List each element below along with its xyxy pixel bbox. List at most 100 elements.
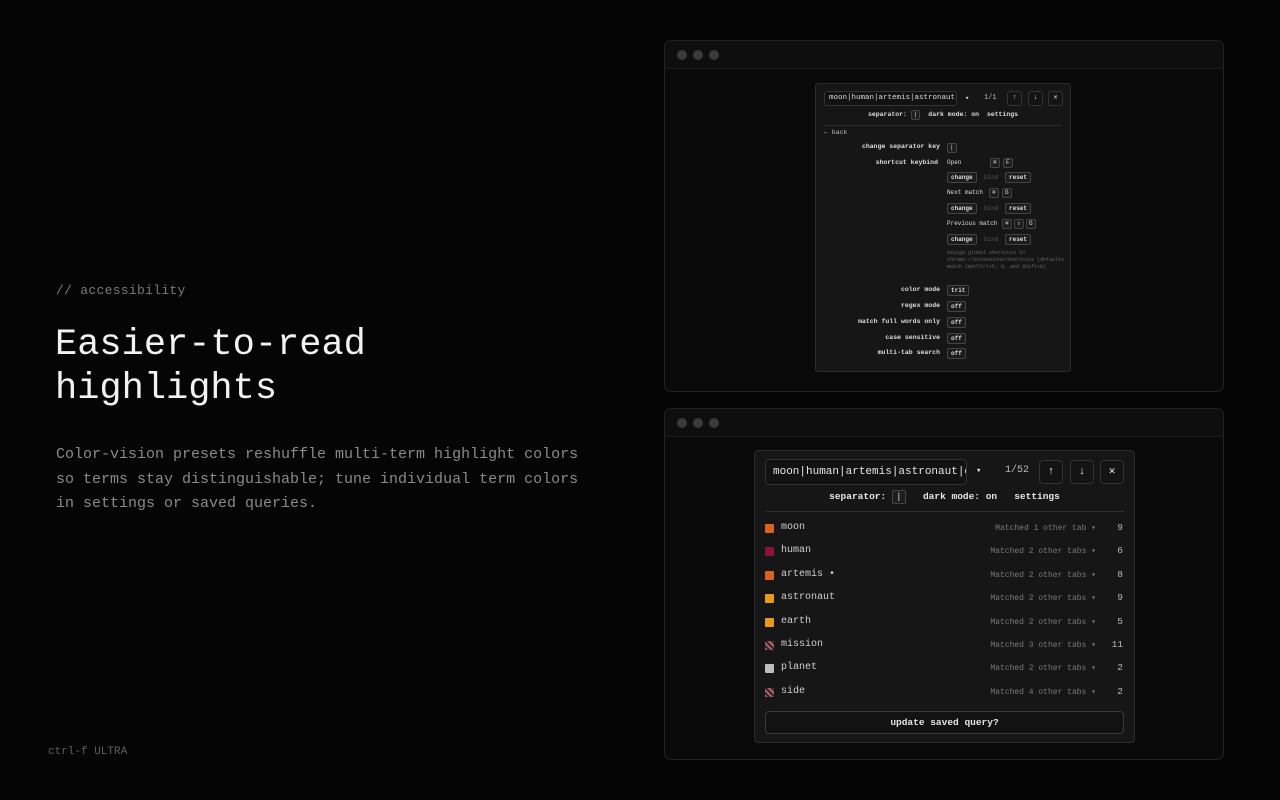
- term-row[interactable]: planet Matched 2 other tabs ▾ 2: [765, 660, 1124, 676]
- term-match-count: 9: [1117, 522, 1123, 533]
- term-tab-matches-dropdown[interactable]: Matched 1 other tab ▾: [995, 523, 1096, 533]
- search-window: moon|human|artemis|astronaut|earth|missi…: [664, 408, 1224, 760]
- term-match-count: 8: [1117, 568, 1123, 580]
- brand-label: ctrl-f ULTRA: [48, 746, 128, 758]
- term-color-swatch[interactable]: [765, 664, 774, 674]
- term-match-count: 6: [1117, 545, 1123, 557]
- term-color-swatch[interactable]: [765, 524, 774, 533]
- prev-key-shift: ⇧: [1014, 219, 1024, 229]
- term-name: astronaut: [781, 592, 836, 604]
- dark-mode-toggle[interactable]: dark mode: on: [923, 491, 997, 502]
- term-tab-matches-dropdown[interactable]: Matched 3 other tabs ▾: [990, 640, 1096, 650]
- color-mode-toggle[interactable]: trit: [947, 285, 970, 296]
- open-change-button[interactable]: change: [947, 172, 977, 183]
- term-match-count: 9: [1117, 592, 1123, 604]
- term-match-count: 2: [1117, 662, 1123, 674]
- prev-bind-button[interactable]: bind: [980, 234, 1002, 245]
- close-button[interactable]: ✕: [1048, 91, 1063, 106]
- term-tab-matches-dropdown[interactable]: Matched 2 other tabs ▾: [990, 546, 1096, 556]
- term-row[interactable]: human Matched 2 other tabs ▾ 6: [765, 543, 1124, 559]
- regex-mode-label: regex mode: [900, 302, 940, 309]
- color-mode-label: color mode: [900, 286, 940, 293]
- term-name: planet: [781, 662, 818, 674]
- next-match-shortcut-label: Next match: [947, 189, 984, 196]
- term-tab-matches-dropdown[interactable]: Matched 2 other tabs ▾: [990, 663, 1096, 673]
- open-shortcut-label: Open: [947, 159, 962, 166]
- next-reset-button[interactable]: reset: [1005, 203, 1032, 214]
- term-name: mission: [781, 639, 824, 650]
- window-minimize-dot[interactable]: [693, 418, 703, 428]
- term-tab-matches-dropdown[interactable]: Matched 2 other tabs ▾: [990, 617, 1096, 627]
- term-name: side: [781, 685, 806, 697]
- next-match-button[interactable]: ↓: [1028, 91, 1043, 106]
- open-bind-button[interactable]: bind: [980, 172, 1002, 183]
- settings-link[interactable]: settings: [1014, 491, 1060, 502]
- dark-mode-toggle[interactable]: dark mode: on: [928, 111, 979, 118]
- next-key-cmd: ⌘: [989, 188, 999, 198]
- term-row[interactable]: artemis • Matched 2 other tabs ▾ 8: [765, 567, 1124, 583]
- multi-tab-label: multi-tab search: [877, 349, 940, 356]
- prev-key-cmd: ⌘: [1002, 219, 1012, 229]
- regex-mode-toggle[interactable]: off: [947, 301, 966, 312]
- window-close-dot[interactable]: [677, 418, 687, 428]
- term-match-count: 2: [1117, 685, 1123, 697]
- term-row[interactable]: earth Matched 2 other tabs ▾ 5: [765, 614, 1124, 630]
- term-row[interactable]: moon Matched 1 other tab ▾ 9: [765, 520, 1124, 536]
- separator-key[interactable]: |: [910, 110, 921, 120]
- next-change-button[interactable]: change: [947, 203, 977, 214]
- term-tab-matches-dropdown[interactable]: Matched 2 other tabs ▾: [990, 593, 1096, 603]
- feature-description: Color-vision presets reshuffle multi-ter…: [56, 446, 579, 512]
- query-input[interactable]: moon|human|artemis|astronaut|earth|missi…: [824, 91, 957, 106]
- query-input[interactable]: moon|human|artemis|astronaut|earth|missi…: [765, 459, 967, 485]
- page-title: Easier-to-read highlights: [55, 324, 366, 410]
- window-maximize-dot[interactable]: [709, 418, 719, 428]
- multi-tab-toggle[interactable]: off: [947, 348, 966, 359]
- term-tab-matches-dropdown[interactable]: Matched 4 other tabs ▾: [990, 687, 1096, 697]
- term-color-swatch[interactable]: [765, 687, 774, 697]
- term-color-swatch[interactable]: [765, 617, 774, 627]
- term-name: earth: [781, 615, 812, 627]
- term-color-swatch[interactable]: [765, 547, 774, 557]
- close-button[interactable]: ✕: [1100, 460, 1124, 484]
- prev-reset-button[interactable]: reset: [1005, 234, 1032, 245]
- separator-label: separator:: [829, 491, 887, 502]
- prev-match-button[interactable]: ↑: [1007, 91, 1022, 106]
- open-reset-button[interactable]: reset: [1005, 172, 1032, 183]
- term-color-swatch[interactable]: [765, 570, 774, 580]
- divider: [765, 511, 1124, 512]
- term-color-swatch[interactable]: [765, 641, 774, 650]
- term-row[interactable]: mission Matched 3 other tabs ▾ 11: [765, 637, 1124, 653]
- term-row[interactable]: side Matched 4 other tabs ▾ 2: [765, 684, 1124, 700]
- term-tab-matches-dropdown[interactable]: Matched 2 other tabs ▾: [990, 570, 1096, 580]
- window-titlebar: [665, 409, 1223, 437]
- settings-window: moon|human|artemis|astronaut|earth|missi…: [664, 40, 1224, 392]
- prev-match-button[interactable]: ↑: [1039, 460, 1063, 484]
- term-name: artemis •: [781, 568, 836, 580]
- window-close-dot[interactable]: [677, 50, 687, 60]
- search-panel: moon|human|artemis|astronaut|earth|missi…: [754, 450, 1135, 743]
- chevron-down-icon[interactable]: ▾: [976, 466, 981, 476]
- window-minimize-dot[interactable]: [693, 50, 703, 60]
- change-separator-key[interactable]: |: [947, 143, 957, 153]
- section-eyebrow: // accessibility: [56, 283, 186, 298]
- prev-change-button[interactable]: change: [947, 234, 977, 245]
- next-bind-button[interactable]: bind: [980, 203, 1002, 214]
- window-maximize-dot[interactable]: [709, 50, 719, 60]
- case-sensitive-toggle[interactable]: off: [947, 333, 966, 344]
- separator-label: separator:: [867, 111, 907, 118]
- open-key-cmd: ⌘: [990, 158, 1000, 168]
- full-words-label: match full words only: [858, 318, 940, 325]
- next-match-button[interactable]: ↓: [1070, 460, 1094, 484]
- settings-link[interactable]: settings: [987, 111, 1018, 118]
- chevron-down-icon[interactable]: ▾: [965, 94, 969, 103]
- back-link[interactable]: ← back: [824, 129, 847, 136]
- full-words-toggle[interactable]: off: [947, 317, 966, 328]
- separator-key[interactable]: |: [891, 490, 906, 504]
- options-row: separator: | dark mode: on settings: [755, 490, 1134, 504]
- term-match-count: 5: [1117, 615, 1123, 627]
- divider: [824, 125, 1062, 126]
- term-color-swatch[interactable]: [765, 594, 774, 604]
- open-key-f: F: [1003, 158, 1013, 168]
- term-row[interactable]: astronaut Matched 2 other tabs ▾ 9: [765, 590, 1124, 606]
- update-saved-query-button[interactable]: update saved query?: [765, 711, 1124, 734]
